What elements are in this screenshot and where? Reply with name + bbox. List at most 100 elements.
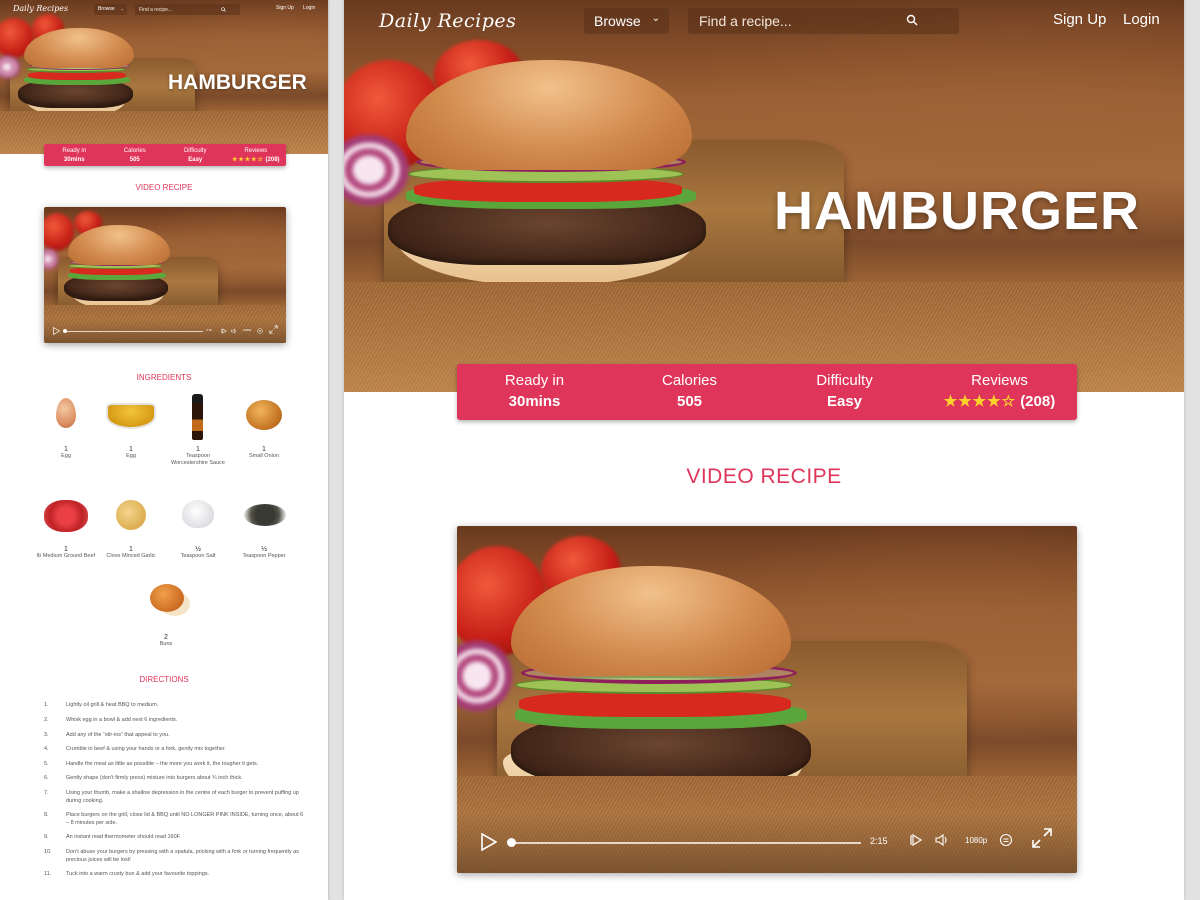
play-icon[interactable] [53,327,60,335]
progress-scrubber[interactable] [507,838,516,847]
browse-label: Browse [98,6,115,12]
progress-track[interactable] [64,331,203,332]
browse-dropdown[interactable]: Browse ⌄ [584,8,669,34]
ground-beef-icon [40,490,92,538]
captions-icon[interactable] [999,833,1013,847]
review-count: (208) [265,157,280,163]
mustard-icon [105,390,157,438]
onion-icon [238,390,290,438]
fullscreen-icon[interactable] [269,325,278,334]
page-overview-panel: Daily Recipes Browse ⌄ Sign Up Login HAM… [0,0,328,900]
search-box[interactable] [688,8,959,34]
stat-difficulty: Difficulty Easy [767,372,922,420]
stat-label: Reviews [244,148,268,154]
stat-calories: Calories 505 [105,147,166,166]
video-duration: 2:15 [206,328,212,332]
signup-link[interactable]: Sign Up [276,5,294,11]
directions-heading: DIRECTIONS [139,675,189,684]
stat-label: Calories [123,148,146,154]
stat-value: ★★★★☆ (208) [226,155,287,165]
stat-value: 505 [676,393,703,410]
browse-label: Browse [594,13,641,29]
quality-selector[interactable]: 1080p [965,836,987,845]
play-icon[interactable] [481,833,497,851]
login-link[interactable]: Login [1123,11,1160,28]
video-player[interactable]: 2:15 1080p [44,207,286,343]
stat-value: ★★★★☆ (208) [922,390,1077,414]
stat-calories: Calories 505 [612,372,767,420]
salt-icon [172,490,224,538]
search-input[interactable] [135,4,225,15]
ingredient-name: lb Medium Ground Beef [36,553,96,559]
tomato-slice [519,691,791,717]
ingredient-qty: ½ [195,546,201,553]
ingredient-qty: 2 [164,634,168,641]
ingredient-name: Clove Minced Garlic [106,553,156,559]
ingredient-item: 1 Small Onion [229,390,299,460]
ingredient-qty: 1 [196,446,200,453]
browse-dropdown[interactable]: Browse ⌄ [94,4,127,15]
fullscreen-icon[interactable] [1031,827,1053,849]
ingredient-qty: 1 [129,446,133,453]
mockup-stage: Daily Recipes Browse ⌄ Sign Up Login HAM… [0,0,1200,900]
stat-label: Ready in [62,148,87,154]
search-input[interactable] [688,8,918,34]
stat-reviews[interactable]: Reviews ★★★★☆ (208) [922,372,1077,420]
captions-icon[interactable] [257,328,263,334]
chevron-down-icon: ⌄ [120,6,124,11]
star-rating-icon: ★★★★☆ [231,157,264,163]
ingredient-name: Teaspoon Salt [180,553,216,559]
stat-reviews[interactable]: Reviews ★★★★☆ (208) [226,147,287,166]
volume-icon[interactable] [231,328,237,334]
video-controls: 2:15 1080p [44,319,286,343]
video-controls: 2:15 1080p [457,813,1077,873]
ingredient-item: 1 Clove Minced Garlic [96,490,166,560]
volume-icon[interactable] [935,833,949,847]
recipe-title: HAMBURGER [774,181,1140,241]
video-player[interactable]: 2:15 1080p [457,526,1077,873]
ingredients-heading: INGREDIENTS [136,373,192,382]
ingredient-qty: 1 [64,446,68,453]
video-recipe-heading: VIDEO RECIPE [686,465,842,488]
video-recipe-heading: VIDEO RECIPE [135,183,193,192]
stat-label: Difficulty [816,372,873,389]
signup-link[interactable]: Sign Up [1053,11,1106,28]
progress-scrubber[interactable] [63,329,67,333]
bun-icon [140,578,192,626]
egg-icon [40,390,92,438]
ingredient-name: Buns [159,641,173,647]
ingredient-name: Small Onion [249,453,279,459]
progress-track[interactable] [509,842,861,844]
stat-difficulty: Difficulty Easy [165,147,226,166]
search-box[interactable] [135,4,240,15]
review-count: (208) [1020,393,1056,410]
ingredient-name: Teaspoon Worcestershire Sauce [170,453,225,466]
skip-icon[interactable] [909,833,923,847]
ingredient-item: 1 lb Medium Ground Beef [31,490,101,560]
stat-label: Ready in [504,372,565,389]
pepper-icon [238,490,290,538]
quality-selector[interactable]: 1080p [243,328,251,332]
stat-label: Reviews [971,372,1028,389]
star-rating-icon: ★★★★☆ [943,393,1017,410]
ingredient-item: ½ Teaspoon Pepper [229,490,299,560]
logo[interactable]: Daily Recipes [13,4,68,13]
ingredient-qty: 1 [64,546,68,553]
ingredient-item: 1 Teaspoon Worcestershire Sauce [163,390,233,467]
recipe-stats-bar: Ready in 30mins Calories 505 Difficulty … [457,364,1077,420]
stat-value: 30mins [508,393,561,410]
top-nav: Daily Recipes Browse ⌄ Sign Up Login [0,0,328,20]
search-icon[interactable] [221,7,226,12]
ingredient-item: 1 Egg [31,390,101,460]
stat-label: Difficulty [183,148,207,154]
skip-icon[interactable] [221,328,227,334]
recipe-stats-bar: Ready in 30mins Calories 505 Difficulty … [44,144,286,166]
stat-value: Easy [188,157,203,163]
ingredient-name: Egg [61,453,71,459]
hero-image: Daily Recipes Browse ⌄ Sign Up Login HAM… [0,0,328,154]
logo[interactable]: Daily Recipes [379,10,516,32]
sauce-bottle-icon [172,390,224,440]
stat-label: Calories [661,372,718,389]
search-icon[interactable] [906,14,918,26]
login-link[interactable]: Login [303,5,315,11]
